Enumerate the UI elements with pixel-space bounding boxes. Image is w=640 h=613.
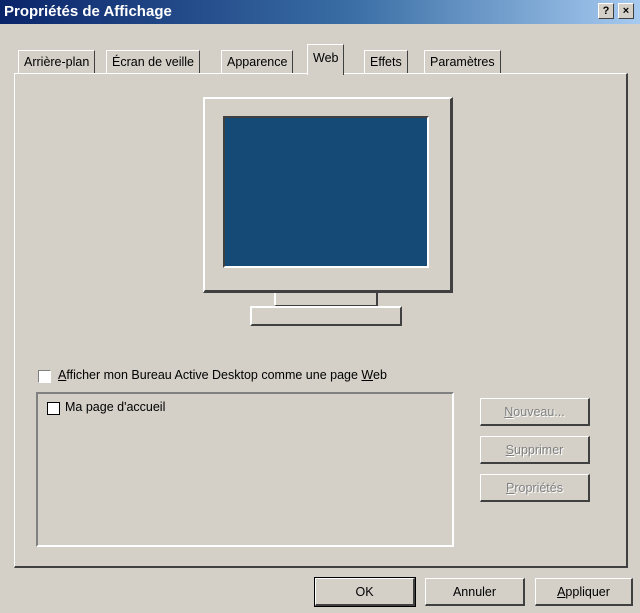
new-button[interactable]: Nouveau...	[480, 398, 590, 426]
active-desktop-checkbox[interactable]	[38, 370, 51, 383]
list-item-checkbox[interactable]	[47, 402, 60, 415]
monitor-preview	[203, 97, 453, 293]
tab-web[interactable]: Web	[307, 44, 345, 75]
cancel-button[interactable]: Annuler	[425, 578, 525, 606]
ok-button[interactable]: OK	[314, 577, 416, 607]
help-button[interactable]: ?	[598, 3, 614, 19]
web-content-list[interactable]: Ma page d'accueil	[36, 392, 454, 547]
monitor-screen	[223, 116, 429, 268]
apply-button[interactable]: Appliquer	[535, 578, 633, 606]
monitor-stand-base	[250, 306, 402, 326]
properties-button[interactable]: Propriétés	[480, 474, 590, 502]
tab-screensaver[interactable]: Écran de veille	[106, 50, 200, 74]
monitor-stand-neck	[274, 293, 378, 306]
window-title: Propriétés de Affichage	[4, 3, 172, 20]
title-bar: Propriétés de Affichage ? ×	[0, 0, 640, 24]
tab-appearance[interactable]: Apparence	[221, 50, 294, 74]
tab-effects[interactable]: Effets	[364, 50, 408, 74]
active-desktop-label: Afficher mon Bureau Active Desktop comme…	[58, 368, 387, 382]
tab-settings[interactable]: Paramètres	[424, 50, 501, 74]
tab-background[interactable]: Arrière-plan	[18, 50, 96, 74]
close-button[interactable]: ×	[618, 3, 634, 19]
delete-button[interactable]: Supprimer	[480, 436, 590, 464]
list-item: Ma page d'accueil	[65, 400, 166, 414]
